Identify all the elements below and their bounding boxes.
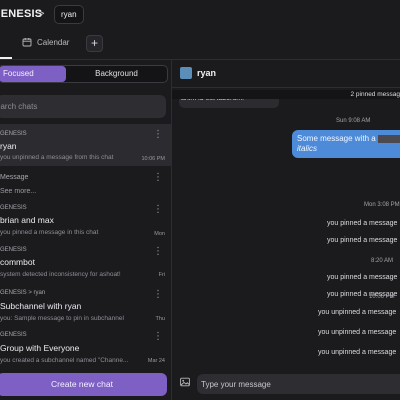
chat-preview: system detected inconsistency for ashoat… (0, 271, 121, 278)
chat-name: commbot (0, 257, 35, 267)
system-message: you pinned a message (327, 274, 398, 281)
timestamp: Sun 9:08 AM (336, 118, 371, 124)
chat-preview: you created a subchannel named "Channe..… (0, 357, 129, 364)
more-options-icon[interactable]: ⋮ (153, 247, 163, 257)
system-message: you unpinned a message (318, 349, 397, 356)
system-message: you unpinned a message (318, 329, 397, 336)
breadcrumb-community[interactable]: GENESIS (0, 8, 42, 20)
system-message: you pinned a message (327, 237, 398, 244)
conversation-panel: ryan anim id est laborum. 2 pinned messa… (172, 60, 400, 400)
more-options-icon[interactable]: ⋮ (153, 205, 163, 215)
chat-sidebar: Focused Background GENESIS ⋮ ryan you un… (0, 60, 171, 400)
chat-time: Mar 24 (147, 358, 165, 364)
calendar-icon (22, 38, 32, 47)
tab-calendar[interactable]: Calendar (22, 37, 69, 47)
more-options-icon[interactable]: ⋮ (153, 173, 163, 183)
top-bar: GENESIS > ryan (0, 0, 400, 30)
pinned-messages-banner[interactable]: 2 pinned messag (172, 90, 400, 99)
chat-community: GENESIS > ryan (0, 290, 46, 296)
background-tab[interactable]: Background (66, 66, 167, 82)
thread-filter-toggle: Focused Background (0, 65, 168, 83)
thread-label: Message (0, 174, 29, 181)
chat-community: GENESIS (0, 247, 27, 253)
chat-item-group-with-everyone[interactable]: GENESIS ⋮ Group with Everyone you create… (0, 328, 171, 368)
message-input[interactable] (197, 374, 400, 394)
focused-tab[interactable]: Focused (0, 66, 66, 82)
chat-name: ryan (0, 141, 17, 151)
timestamp: 10:06 PM (369, 294, 395, 300)
message-italic-text: italics (297, 144, 318, 153)
chat-preview: you pinned a message in this chat (0, 229, 99, 236)
chat-preview: you unpinned a message from this chat (0, 154, 114, 161)
chat-item-ryan[interactable]: GENESIS ⋮ ryan you unpinned a message fr… (0, 124, 171, 166)
search-chats-input[interactable] (0, 95, 166, 118)
system-message: you pinned a message (327, 220, 398, 227)
more-options-icon[interactable]: ⋮ (153, 130, 163, 140)
add-tab-button[interactable]: + (86, 35, 103, 52)
chat-time: Thu (155, 316, 165, 322)
chat-item-commbot[interactable]: GENESIS ⋮ commbot system detected incons… (0, 244, 171, 282)
conversation-header-divider (172, 87, 400, 88)
chat-name: Subchannel with ryan (0, 301, 82, 311)
message-composer (172, 368, 400, 400)
chat-name: brian and max (0, 215, 54, 225)
timestamp: 8:20 AM (371, 258, 394, 264)
timestamp: Mon 3:08 PM (364, 202, 400, 208)
chat-community: GENESIS (0, 205, 27, 211)
conversation-header: ryan (172, 60, 400, 87)
chat-preview: you: Sample message to pin in subchannel (0, 315, 124, 322)
chat-time: Fri (158, 272, 165, 278)
avatar (180, 67, 192, 79)
chat-item-brian-and-max[interactable]: GENESIS ⋮ brian and max you pinned a mes… (0, 202, 171, 240)
more-options-icon[interactable]: ⋮ (153, 290, 163, 300)
see-more-link[interactable]: See more... (0, 188, 36, 195)
chat-name: Group with Everyone (0, 343, 80, 353)
search-chats-container (0, 95, 166, 118)
chat-time: 10:06 PM (141, 156, 165, 162)
chat-community: GENESIS (0, 332, 27, 338)
chat-item-message-thread[interactable]: Message ⋮ See more... (0, 172, 171, 198)
image-upload-icon[interactable] (180, 377, 190, 387)
system-message: you unpinned a message (318, 309, 397, 316)
chat-community: GENESIS (0, 131, 27, 137)
redacted-text (377, 134, 400, 143)
chat-time: Mon (154, 231, 165, 237)
chat-item-subchannel-with-ryan[interactable]: GENESIS > ryan ⋮ Subchannel with ryan yo… (0, 286, 171, 324)
create-new-chat-button[interactable]: Create new chat (0, 373, 167, 396)
breadcrumb-chevron-icon: > (38, 8, 45, 20)
message-bubble-sent[interactable]: Some message with a italics (292, 130, 400, 158)
more-options-icon[interactable]: ⋮ (153, 332, 163, 342)
conversation-title[interactable]: ryan (197, 68, 216, 78)
message-text: Some message with a (297, 134, 376, 143)
breadcrumb-current-chat[interactable]: ryan (54, 5, 84, 24)
tab-calendar-label: Calendar (37, 37, 70, 47)
